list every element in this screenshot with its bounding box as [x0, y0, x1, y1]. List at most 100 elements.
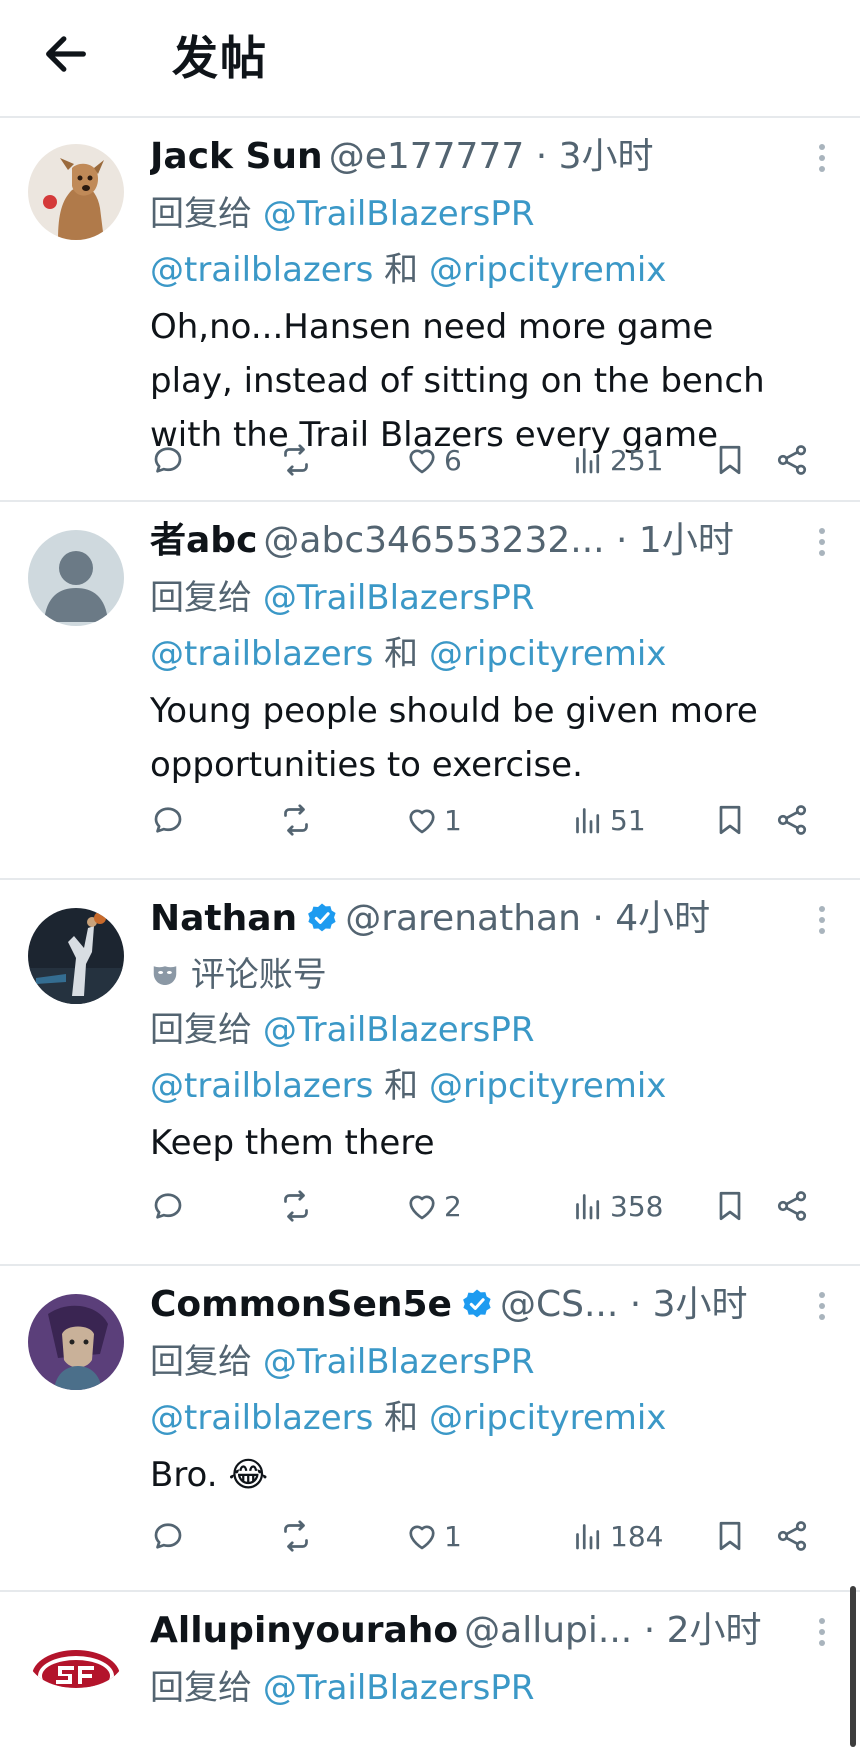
account-label: 评论账号 [150, 948, 820, 1002]
share-button[interactable] [774, 1508, 810, 1564]
views-button[interactable]: 184 [570, 1508, 663, 1564]
mention-link[interactable]: @trailblazers [150, 1398, 373, 1438]
mention-link[interactable]: @trailblazers [150, 250, 373, 290]
reply-post[interactable]: Jack Sun @e177777 · 3小时 回复给 @TrailBlazers… [0, 118, 860, 502]
comment-icon [154, 1193, 182, 1219]
reply-button[interactable] [150, 1178, 186, 1234]
mention-link[interactable]: @TrailBlazersPR [263, 194, 535, 234]
like-button[interactable]: 1 [404, 1508, 462, 1564]
repost-button[interactable] [278, 432, 314, 488]
display-name[interactable]: Nathan [150, 898, 297, 939]
views-button[interactable]: 51 [570, 792, 646, 848]
mention-link[interactable]: @ripcityremix [429, 250, 666, 290]
display-name[interactable]: Allupinyouraho [150, 1610, 458, 1651]
reply-feed: Jack Sun @e177777 · 3小时 回复给 @TrailBlazers… [0, 118, 860, 1752]
repost-button[interactable] [278, 792, 314, 848]
post-header: Allupinyouraho @allupi... · 2小时 [150, 1602, 820, 1660]
bookmark-button[interactable] [712, 1178, 748, 1234]
more-options-button[interactable] [814, 1614, 830, 1654]
and-label: 和 [384, 634, 419, 674]
49ers-logo-icon [28, 1646, 124, 1688]
reply-button[interactable] [150, 432, 186, 488]
reply-to-label: 回复给 [150, 1342, 252, 1382]
repost-icon [284, 444, 308, 476]
bookmark-button[interactable] [712, 792, 748, 848]
avatar[interactable] [28, 144, 124, 240]
dog-avatar-icon [28, 144, 124, 240]
avatar[interactable] [28, 908, 124, 1004]
mention-link[interactable]: @trailblazers [150, 634, 373, 674]
mention-link[interactable]: @TrailBlazersPR [263, 1342, 535, 1382]
post-time: · 3小时 [629, 1284, 748, 1325]
share-button[interactable] [774, 792, 810, 848]
mention-link[interactable]: @trailblazers [150, 1066, 373, 1106]
avatar[interactable] [28, 1294, 124, 1390]
repost-icon [284, 1520, 308, 1552]
reply-post[interactable]: CommonSen5e @CS... · 3小时 回复给 @TrailBlazer… [0, 1266, 860, 1592]
share-button[interactable] [774, 432, 810, 488]
anime-avatar-icon [28, 1294, 124, 1390]
post-text-line: Bro. 😂 [150, 1455, 269, 1495]
reply-context: 回复给 @TrailBlazersPR @trailblazers 和 @rip… [150, 1334, 820, 1446]
user-handle: @e177777 [328, 136, 525, 177]
share-icon [777, 1521, 807, 1551]
mention-link[interactable]: @TrailBlazersPR [263, 578, 535, 618]
top-bar: 发帖 [0, 0, 860, 118]
post-text-line: opportunities to exercise. [150, 745, 583, 785]
heart-icon [409, 809, 435, 834]
post-time: · 4小时 [592, 898, 711, 939]
verified-badge-icon [463, 1289, 491, 1318]
more-options-button[interactable] [814, 902, 830, 942]
mention-link[interactable]: @ripcityremix [429, 634, 666, 674]
views-button[interactable]: 251 [570, 432, 663, 488]
repost-icon [284, 1190, 308, 1222]
reply-post[interactable]: Allupinyouraho @allupi... · 2小时 回复给 @Trai… [0, 1592, 860, 1752]
display-name[interactable]: CommonSen5e [150, 1284, 452, 1325]
mention-link[interactable]: @ripcityremix [429, 1066, 666, 1106]
post-text-line: Keep them there [150, 1123, 435, 1163]
reply-to-label: 回复给 [150, 1010, 252, 1050]
share-button[interactable] [774, 1178, 810, 1234]
post-text-line: Young people should be given more [150, 691, 758, 731]
action-bar: 2 358 [150, 1178, 836, 1234]
bookmark-icon [719, 1191, 741, 1221]
avatar[interactable] [28, 1628, 124, 1688]
like-count: 1 [444, 1519, 462, 1553]
scrollbar[interactable] [850, 1586, 856, 1747]
reply-button[interactable] [150, 1508, 186, 1564]
more-options-button[interactable] [814, 524, 830, 564]
reply-context: 回复给 @TrailBlazersPR [150, 1660, 820, 1716]
like-button[interactable]: 1 [404, 792, 462, 848]
reply-post[interactable]: 者abc @abc346553232... · 1小时 回复给 @TrailBla… [0, 502, 860, 880]
repost-button[interactable] [278, 1508, 314, 1564]
display-name[interactable]: Jack Sun [150, 136, 323, 177]
repost-button[interactable] [278, 1178, 314, 1234]
player-avatar-icon [28, 908, 124, 1004]
view-count: 251 [610, 443, 664, 477]
heart-icon [409, 449, 435, 474]
bookmark-button[interactable] [712, 1508, 748, 1564]
like-button[interactable]: 2 [404, 1178, 462, 1234]
bar-chart-icon [576, 808, 600, 834]
display-name[interactable]: 者abc [150, 520, 257, 561]
reply-context: 回复给 @TrailBlazersPR @trailblazers 和 @rip… [150, 570, 820, 682]
avatar[interactable] [28, 530, 124, 626]
back-button[interactable] [40, 28, 92, 80]
bookmark-button[interactable] [712, 432, 748, 488]
and-label: 和 [384, 1066, 419, 1106]
mention-link[interactable]: @TrailBlazersPR [263, 1010, 535, 1050]
action-bar: 1 51 [150, 792, 836, 848]
reply-context: 回复给 @TrailBlazersPR @trailblazers 和 @rip… [150, 1002, 820, 1114]
mention-link[interactable]: @ripcityremix [429, 1398, 666, 1438]
reply-button[interactable] [150, 792, 186, 848]
like-button[interactable]: 6 [404, 432, 462, 488]
views-button[interactable]: 358 [570, 1178, 663, 1234]
reply-post[interactable]: Nathan @rarenathan · 4小时 评论账号 回复给 @TrailB… [0, 880, 860, 1266]
share-icon [777, 1191, 807, 1221]
more-options-button[interactable] [814, 140, 830, 180]
mention-link[interactable]: @TrailBlazersPR [263, 1668, 535, 1708]
action-bar: 1 184 [150, 1508, 836, 1564]
bar-chart-icon [576, 448, 600, 474]
more-options-button[interactable] [814, 1288, 830, 1328]
action-bar: 6 251 [150, 432, 836, 488]
